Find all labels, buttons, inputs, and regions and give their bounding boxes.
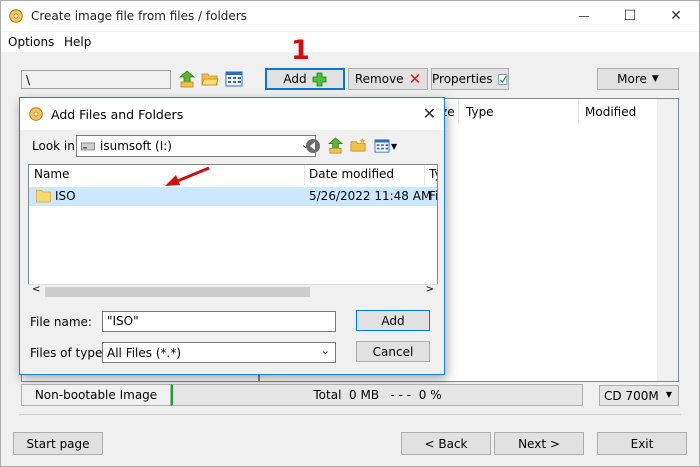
more-button[interactable]: More ▼ <box>597 68 679 90</box>
dialog-cancel-label: Cancel <box>372 344 414 359</box>
files-of-type-label: Files of type: <box>30 346 107 360</box>
new-folder-icon[interactable] <box>350 137 367 154</box>
look-in-select[interactable]: isumsoft (I:) ⌄ <box>76 135 316 157</box>
look-in-value: isumsoft (I:) <box>100 139 172 153</box>
properties-button-label: Properties <box>432 72 493 86</box>
close-icon: ✕ <box>670 8 682 24</box>
files-of-type-select[interactable]: All Files (*.*) ⌄ <box>102 342 336 363</box>
file-col-separator <box>578 101 579 123</box>
file-col-modified[interactable]: Modified <box>585 105 636 119</box>
properties-button[interactable]: Properties <box>431 68 509 90</box>
up-folder-icon[interactable] <box>178 70 196 88</box>
menu-help[interactable]: Help <box>64 35 91 49</box>
scroll-left-icon: < <box>32 284 41 295</box>
progress-bar: Total 0 MB - - - 0 % <box>171 384 583 406</box>
maximize-button[interactable]: ☐ <box>607 1 653 31</box>
dialog-col-separator <box>304 165 305 185</box>
close-button[interactable]: ✕ <box>653 1 699 31</box>
up-folder-icon[interactable] <box>327 137 344 154</box>
dialog-col-type[interactable]: Ty <box>429 167 437 181</box>
media-value: CD 700M <box>604 389 659 403</box>
disc-icon <box>9 9 23 23</box>
footer-divider <box>19 414 681 415</box>
properties-icon <box>498 73 507 85</box>
remove-button[interactable]: Remove ✕ <box>348 68 428 90</box>
red-arrow-icon <box>165 166 210 186</box>
caret-down-icon: ▼ <box>651 74 659 84</box>
exit-label: Exit <box>630 436 654 451</box>
dialog-col-separator <box>424 165 425 185</box>
next-button[interactable]: Next > <box>494 432 584 455</box>
add-button-label: Add <box>283 72 307 86</box>
file-name-label: File name: <box>30 315 92 329</box>
open-folder-icon[interactable] <box>201 70 219 88</box>
dialog-file-list[interactable]: Name ^ Date modified Ty ISO 5/26/2022 11… <box>28 164 438 298</box>
back-nav-icon[interactable] <box>305 138 321 154</box>
caret-down-icon: ▼ <box>665 390 672 399</box>
dialog-title-bar: Add Files and Folders ✕ <box>20 98 444 130</box>
drive-icon <box>81 142 95 150</box>
back-label: < Back <box>424 436 468 451</box>
dialog-col-name[interactable]: Name <box>34 167 69 181</box>
file-list-scrollbar[interactable] <box>657 99 678 381</box>
chevron-down-icon: ⌄ <box>320 344 330 357</box>
start-page-label: Start page <box>26 436 90 451</box>
file-name-input[interactable]: "ISO" <box>102 311 336 332</box>
path-field[interactable]: \ <box>21 70 171 89</box>
dialog-add-label: Add <box>381 313 405 328</box>
remove-button-label: Remove <box>354 72 404 86</box>
file-col-type[interactable]: Type <box>466 105 494 119</box>
folder-icon <box>36 190 51 203</box>
window-title: Create image file from files / folders <box>31 9 247 23</box>
look-in-label: Look in: <box>32 139 79 153</box>
view-grid-icon[interactable] <box>225 70 243 88</box>
remove-x-icon: ✕ <box>408 69 422 88</box>
minimize-button[interactable]: — <box>561 1 607 31</box>
media-select[interactable]: CD 700M ▼ <box>599 385 679 406</box>
file-col-separator <box>458 101 459 123</box>
disc-icon <box>29 107 43 121</box>
minimize-icon: — <box>578 9 590 23</box>
menu-options[interactable]: Options <box>8 35 54 49</box>
row-date: 5/26/2022 11:48 AM <box>309 189 432 203</box>
exit-button[interactable]: Exit <box>597 432 687 455</box>
next-label: Next > <box>518 436 560 451</box>
dialog-add-button[interactable]: Add <box>356 310 430 331</box>
main-window: Create image file from files / folders —… <box>0 0 700 467</box>
back-button[interactable]: < Back <box>401 432 491 455</box>
plus-icon <box>312 72 327 86</box>
row-name: ISO <box>55 189 76 203</box>
scroll-thumb[interactable] <box>45 287 310 297</box>
view-menu-button[interactable]: ▼ <box>374 138 400 154</box>
list-item[interactable]: ISO 5/26/2022 11:48 AM Fi <box>29 187 437 206</box>
dialog-title: Add Files and Folders <box>51 107 184 122</box>
scroll-right-icon: > <box>425 284 434 295</box>
start-page-button[interactable]: Start page <box>13 432 103 455</box>
dialog-col-date[interactable]: Date modified <box>309 167 394 181</box>
dialog-close-button[interactable]: ✕ <box>423 104 436 123</box>
title-bar: Create image file from files / folders —… <box>1 1 699 31</box>
step-1-marker: 1 <box>291 35 310 66</box>
image-type-box: Non-bootable Image <box>21 384 171 406</box>
files-of-type-value: All Files (*.*) <box>107 346 182 360</box>
dialog-hscrollbar[interactable]: < > <box>28 284 438 298</box>
add-button[interactable]: Add <box>265 68 345 90</box>
dialog-cancel-button[interactable]: Cancel <box>356 341 430 362</box>
row-type: Fi <box>429 189 438 203</box>
image-type-label: Non-bootable Image <box>34 388 158 402</box>
progress-total-label: Total 0 MB - - - 0 % <box>313 388 442 402</box>
view-menu-icon <box>374 139 390 153</box>
caret-down-icon: ▼ <box>391 141 398 151</box>
add-files-dialog: Add Files and Folders ✕ Look in: isumsof… <box>19 97 445 375</box>
more-button-label: More <box>617 72 647 86</box>
menu-bar: Options Help <box>1 32 699 52</box>
maximize-icon: ☐ <box>623 8 637 24</box>
